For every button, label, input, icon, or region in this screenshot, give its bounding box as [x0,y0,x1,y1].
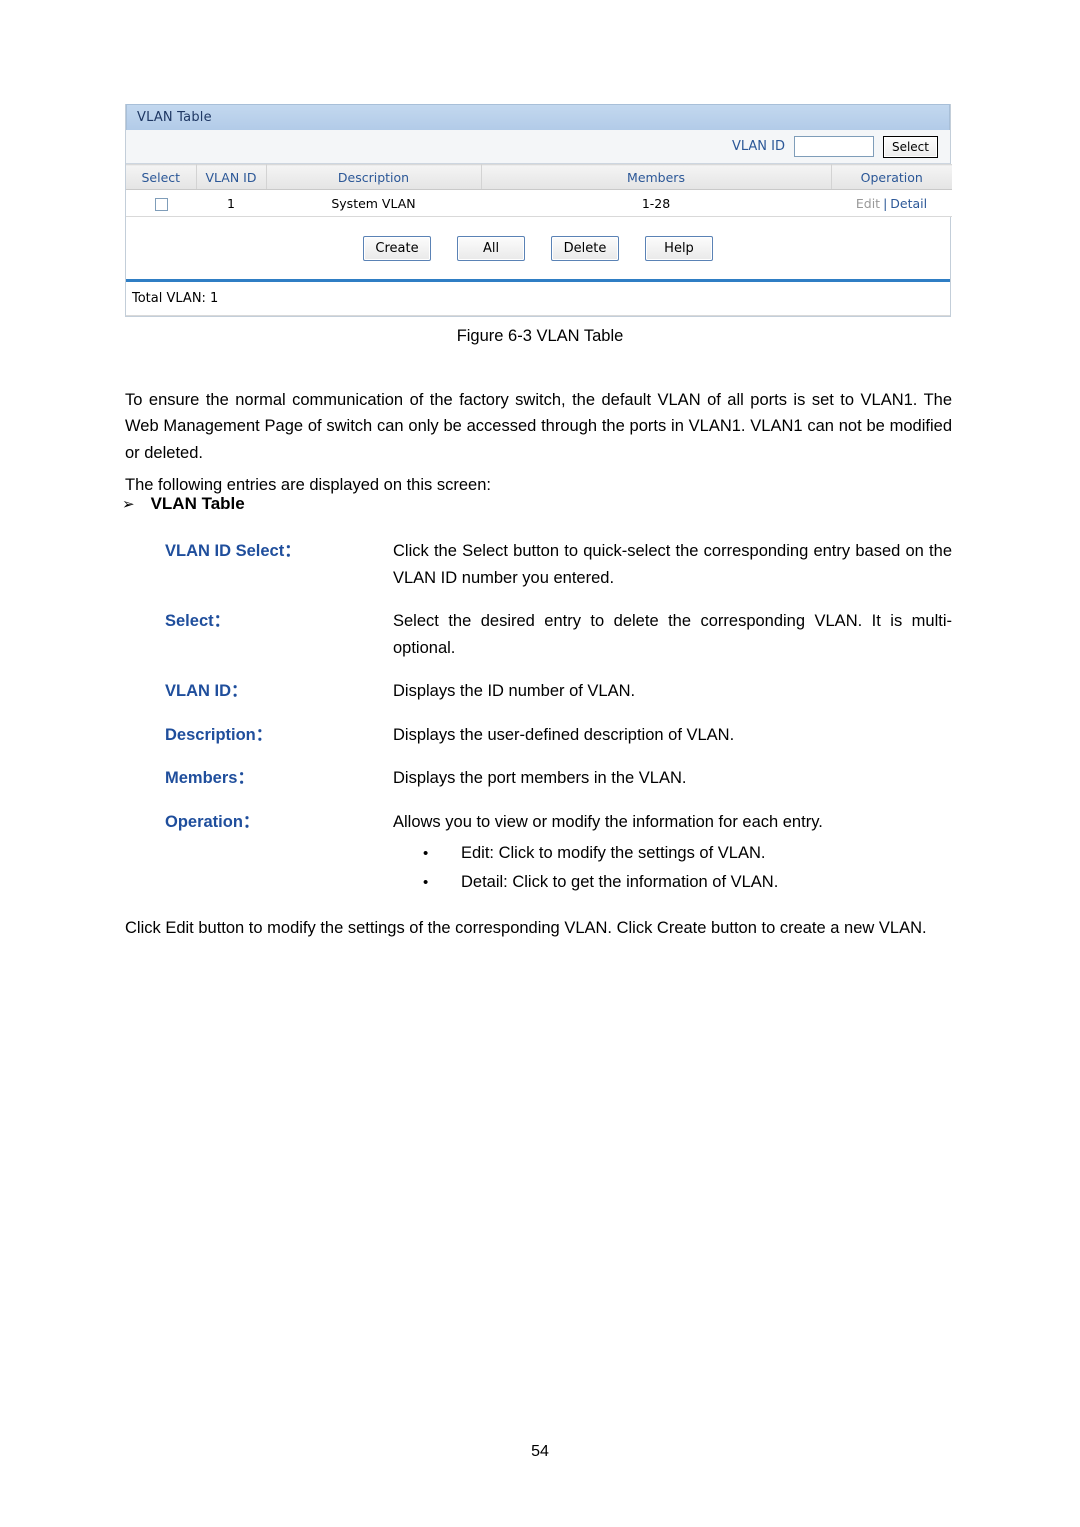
definition-term: VLAN ID Select： [165,542,301,560]
row-members: 1-28 [481,189,831,217]
definition-list: VLAN ID Select： Click the Select button … [165,538,952,914]
row-operation-cell: Edit | Detail [831,189,952,217]
arrow-bullet-icon: ➢ [122,496,135,513]
row-description: System VLAN [266,189,481,217]
list-item: Edit: Click to modify the settings of VL… [423,839,952,868]
column-header-description: Description [266,164,482,190]
page-number: 54 [531,1443,549,1460]
definition-description-group: Allows you to view or modify the informa… [393,809,952,898]
definition-description: Select the desired entry to delete the c… [393,612,952,657]
row-vlan-id: 1 [196,189,266,217]
definition-term: Description： [165,725,273,744]
definition-description: Displays the ID number of VLAN. [393,682,636,700]
definition-description: Click the Select button to quick-select … [393,542,952,587]
operation-sub-bullet-list: Edit: Click to modify the settings of VL… [393,839,952,897]
definition-term: Select： [165,612,231,630]
definition-item-operation: Operation： Allows you to view or modify … [165,809,952,898]
operation-separator: | [883,195,888,211]
vlan-id-search-bar: VLAN ID Select [126,130,950,164]
total-vlan-status: Total VLAN: 1 [126,282,950,316]
table-header-row: Select VLAN ID Description Members Opera… [126,164,952,190]
definition-term: VLAN ID： [165,682,248,700]
vlan-id-input[interactable] [793,136,874,157]
column-header-operation: Operation [831,164,952,190]
definition-item-select: Select： Select the desired entry to dele… [165,608,952,661]
detail-link[interactable]: Detail [890,196,927,211]
definition-term: Members： [165,769,254,787]
column-header-vlan-id: VLAN ID [196,164,267,190]
all-button[interactable]: All [457,235,525,261]
section-heading-row: ➢ VLAN Table [122,494,245,514]
list-item: Detail: Click to get the information of … [423,868,952,897]
section-heading: VLAN Table [150,494,245,513]
row-select-cell [126,189,196,217]
definition-description: Displays the port members in the VLAN. [393,769,687,787]
closing-paragraph: Click Edit button to modify the settings… [125,918,927,937]
table-row: 1 System VLAN 1-28 Edit | Detail [126,189,952,217]
definition-item-vlan-id: VLAN ID： Displays the ID number of VLAN. [165,678,952,705]
intro-paragraph: To ensure the normal communication of th… [125,390,952,462]
column-header-members: Members [481,164,832,190]
create-button[interactable]: Create [363,235,431,261]
vlan-table: Select VLAN ID Description Members Opera… [126,164,952,217]
row-checkbox[interactable] [154,197,168,211]
vlan-id-search-label: VLAN ID [731,139,785,154]
edit-link[interactable]: Edit [856,196,880,211]
column-header-select: Select [126,164,197,190]
definition-item-description: Description： Displays the user-defined d… [165,722,952,749]
help-button[interactable]: Help [645,235,713,261]
panel-title: VLAN Table [126,104,950,130]
document-page: VLAN Table VLAN ID Select Select VLAN ID… [0,0,1080,1527]
definition-item-members: Members： Displays the port members in th… [165,765,952,792]
entries-paragraph: The following entries are displayed on t… [125,475,491,494]
delete-button[interactable]: Delete [551,235,619,261]
definition-term: Operation： [165,812,260,831]
vlan-table-panel: VLAN Table VLAN ID Select Select VLAN ID… [125,104,952,317]
definition-description: Displays the user-defined description of… [393,725,735,744]
select-button[interactable]: Select [882,135,938,158]
definition-description: Allows you to view or modify the informa… [393,812,823,831]
figure-caption: Figure 6-3 VLAN Table [456,327,624,345]
definition-item-vlan-id-select: VLAN ID Select： Click the Select button … [165,538,952,591]
vlan-table-figure: VLAN Table VLAN ID Select Select VLAN ID… [125,104,952,317]
action-button-bar: Create All Delete Help [126,217,950,279]
